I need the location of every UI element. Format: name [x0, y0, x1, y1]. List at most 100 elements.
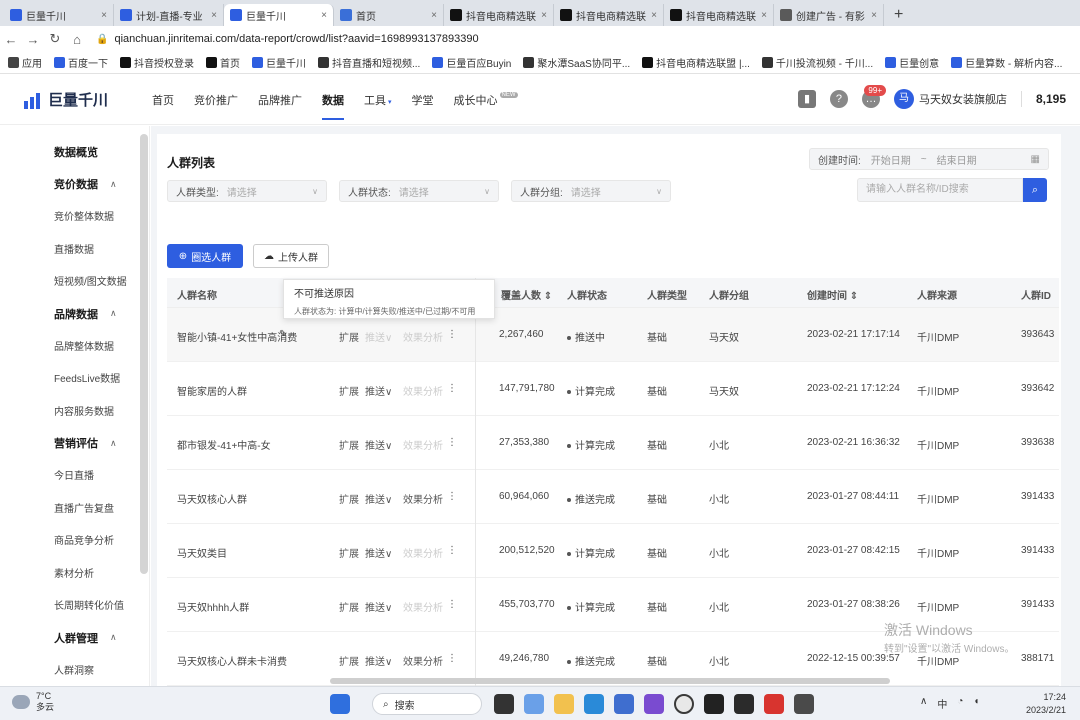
bookmark-item[interactable]: 千川投流视频 - 千川... [761, 55, 873, 70]
sidebar-item[interactable]: 长周期转化价值 [54, 597, 124, 612]
close-tab-icon[interactable]: × [757, 10, 767, 21]
bookmark-item[interactable]: 巨量算数 - 解析内容... [951, 55, 1062, 70]
volume-icon[interactable]: ◖ [973, 696, 979, 711]
document-icon[interactable]: ▮ [797, 90, 816, 108]
push-action[interactable]: 推送∨ [365, 437, 392, 452]
more-icon[interactable]: ⋮ [447, 545, 457, 556]
url-text[interactable]: qianchuan.jinritemai.com/data-report/cro… [114, 33, 478, 45]
browser-tab[interactable]: 巨量千川 × [224, 4, 334, 26]
more-icon[interactable]: ⋮ [447, 383, 457, 394]
more-icon[interactable]: ⋮ [447, 599, 457, 610]
table-row[interactable]: 智能家居的人群 扩展 推送∨ 效果分析 ⋮ 147,791,780 计算完成 基础 马天奴 202… [167, 362, 1059, 416]
bookmark-item[interactable]: 百度一下 [54, 55, 108, 70]
expand-action[interactable]: 扩展 [339, 437, 359, 452]
nav-item[interactable]: 学堂 [412, 92, 434, 120]
new-tab-button[interactable]: + [884, 4, 913, 26]
nav-item[interactable]: 工具 ▾ [364, 92, 392, 120]
edge-icon[interactable] [584, 694, 604, 714]
table-horizontal-scrollbar[interactable] [330, 678, 890, 684]
expand-action[interactable]: 扩展 [339, 329, 359, 344]
bookmark-item[interactable]: 抖音授权登录 [120, 55, 194, 70]
more-icon[interactable]: ⋮ [447, 653, 457, 664]
select-crowd-button[interactable]: ⊕ 圈选人群 [167, 244, 243, 268]
filter-crowd-status[interactable]: 人群状态: 请选择 ∨ [339, 180, 499, 202]
sidebar-item[interactable]: 短视频/图文数据 [54, 273, 127, 288]
filter-crowd-type[interactable]: 人群类型: 请选择 ∨ [167, 180, 327, 202]
close-tab-icon[interactable]: × [537, 10, 547, 21]
browser-tab[interactable]: 抖音电商精选联 × [444, 4, 554, 26]
effect-analysis-action[interactable]: 效果分析 [403, 383, 443, 398]
crowd-name[interactable]: 马天奴核心人群 [177, 491, 247, 506]
sidebar-item[interactable]: FeedsLive数据 [54, 370, 120, 385]
app-icon[interactable] [734, 694, 754, 714]
crowd-name[interactable]: 智能家居的人群 [177, 383, 247, 398]
app-w-icon[interactable] [644, 694, 664, 714]
table-row[interactable]: 马天奴类目 扩展 推送∨ 效果分析 ⋮ 200,512,520 计算完成 基础 小北 2023-0… [167, 524, 1059, 578]
sidebar-item[interactable]: 今日直播 [54, 467, 94, 482]
crowd-name[interactable]: 都市银发-41+中高-女 [177, 437, 271, 452]
forward-icon[interactable]: → [22, 32, 44, 47]
start-icon[interactable] [330, 694, 350, 714]
col-count[interactable]: 覆盖人数 ⇕ [501, 287, 552, 302]
table-row[interactable]: 马天奴核心人群 扩展 推送∨ 效果分析 ⋮ 60,964,060 推送完成 基础 小北 2023-… [167, 470, 1059, 524]
search-input[interactable]: 请输入人群名称/ID搜索 [857, 178, 1023, 202]
sidebar-scrollbar[interactable] [140, 134, 148, 574]
bookmark-item[interactable]: 聚水潭SaaS协同平... [523, 55, 630, 70]
upload-crowd-button[interactable]: ☁ 上传人群 [253, 244, 329, 268]
help-icon[interactable]: ? [829, 90, 848, 108]
bookmark-item[interactable]: 巨量百应Buyin [432, 55, 511, 70]
effect-analysis-action[interactable]: 效果分析 [403, 329, 443, 344]
expand-action[interactable]: 扩展 [339, 383, 359, 398]
input-method-indicator[interactable]: 中 [937, 696, 947, 711]
sidebar-item[interactable]: 直播广告复盘 [54, 500, 114, 515]
bookmark-item[interactable]: 应用 [8, 55, 42, 70]
nav-item[interactable]: 数据 [322, 92, 344, 120]
crowd-name[interactable]: 马天奴类目 [177, 545, 227, 560]
home-icon[interactable]: ⌂ [66, 32, 88, 47]
reload-icon[interactable]: ↻ [44, 31, 66, 47]
close-tab-icon[interactable]: × [317, 10, 327, 21]
close-tab-icon[interactable]: × [867, 10, 877, 21]
expand-action[interactable]: 扩展 [339, 599, 359, 614]
file-explorer-icon[interactable] [554, 694, 574, 714]
close-tab-icon[interactable]: × [97, 10, 107, 21]
back-icon[interactable]: ← [0, 32, 22, 47]
bookmark-item[interactable]: 巨量创意 [885, 55, 939, 70]
url-field[interactable]: 🔒 qianchuan.jinritemai.com/data-report/c… [96, 29, 1080, 49]
more-icon[interactable]: ⋮ [447, 491, 457, 502]
browser-tab[interactable]: 巨量千川 × [4, 4, 114, 26]
sidebar-group[interactable]: 品牌数据 ∧ [54, 306, 117, 322]
bookmark-item[interactable]: 巨量千川 [252, 55, 306, 70]
app-icon[interactable] [764, 694, 784, 714]
more-icon[interactable]: ⋮ [447, 437, 457, 448]
date-range-picker[interactable]: 创建时间: 开始日期 ~ 结束日期 ▦ [809, 148, 1049, 170]
sidebar-item[interactable]: 竞价整体数据 [54, 208, 114, 223]
search-button[interactable]: ⌕ [1023, 178, 1047, 202]
effect-analysis-action[interactable]: 效果分析 [403, 437, 443, 452]
expand-action[interactable]: 扩展 [339, 653, 359, 668]
date-start[interactable]: 开始日期 [871, 152, 911, 167]
sidebar-item[interactable]: 直播数据 [54, 241, 94, 256]
sidebar-item[interactable]: 素材分析 [54, 565, 94, 580]
more-icon[interactable]: ⋮ [447, 329, 457, 340]
tray-expand-icon[interactable]: ∧ [920, 696, 927, 711]
taskbar-search[interactable]: ⌕ 搜索 [372, 693, 482, 715]
sidebar-item[interactable]: 人群洞察 [54, 662, 94, 677]
browser-tab[interactable]: 抖音电商精选联 × [664, 4, 774, 26]
effect-analysis-action[interactable]: 效果分析 [403, 491, 443, 506]
wifi-icon[interactable]: ◔ [957, 696, 963, 711]
nav-item[interactable]: 成长中心 NEW [454, 92, 518, 120]
bookmark-item[interactable]: 首页 [206, 55, 240, 70]
task-view-icon[interactable] [494, 694, 514, 714]
app-icon[interactable] [794, 694, 814, 714]
close-tab-icon[interactable]: × [207, 10, 217, 21]
push-action[interactable]: 推送∨ [365, 599, 392, 614]
app-icon[interactable] [704, 694, 724, 714]
chrome-icon[interactable] [674, 694, 694, 714]
browser-tab[interactable]: 首页 × [334, 4, 444, 26]
push-action[interactable]: 推送∨ [365, 545, 392, 560]
sidebar-group[interactable]: 竞价数据 ∧ [54, 176, 117, 192]
col-time[interactable]: 创建时间 ⇕ [807, 287, 858, 302]
crowd-name[interactable]: 马天奴hhhh人群 [177, 599, 249, 614]
push-action[interactable]: 推送∨ [365, 383, 392, 398]
